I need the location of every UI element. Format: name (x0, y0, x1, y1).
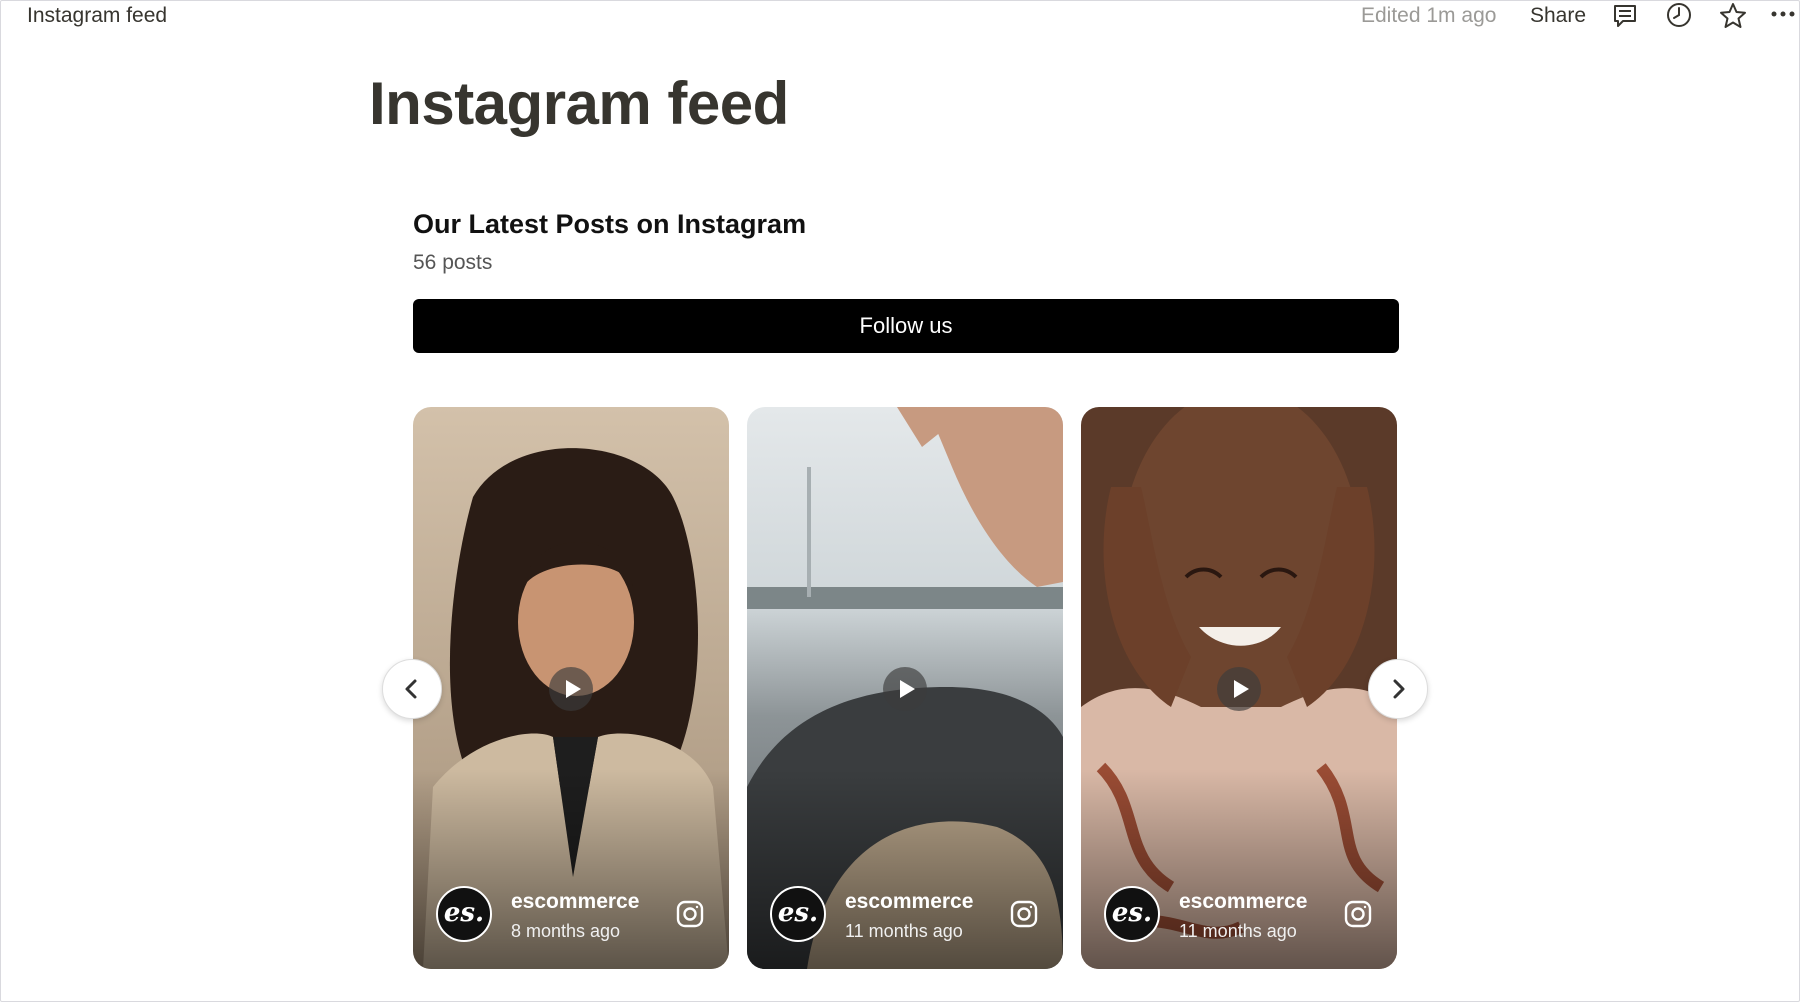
topbar: Instagram feed Edited 1m ago Share (1, 1, 1799, 31)
comment-icon[interactable] (1610, 1, 1640, 31)
avatar: es. (1104, 886, 1160, 942)
carousel-next-button[interactable] (1368, 659, 1428, 719)
follow-us-button[interactable]: Follow us (413, 299, 1399, 353)
post-count: 56 posts (413, 251, 493, 274)
post-age: 11 months ago (845, 921, 963, 941)
page-title: Instagram feed (369, 70, 789, 137)
chevron-left-icon (405, 679, 417, 699)
post-card[interactable]: es. escommerce 11 months ago (1081, 407, 1397, 969)
avatar: es. (436, 886, 492, 942)
post-username[interactable]: escommerce (511, 890, 639, 914)
instagram-icon[interactable] (675, 899, 705, 929)
carousel-prev-button[interactable] (382, 659, 442, 719)
widget-heading: Our Latest Posts on Instagram (413, 209, 807, 239)
post-card[interactable]: es. escommerce 11 months ago (747, 407, 1063, 969)
breadcrumb[interactable]: Instagram feed (27, 4, 167, 28)
play-icon[interactable] (883, 667, 927, 711)
clock-icon[interactable] (1664, 1, 1694, 31)
play-icon[interactable] (549, 667, 593, 711)
share-button[interactable]: Share (1530, 4, 1586, 28)
post-age: 11 months ago (1179, 921, 1297, 941)
edited-status: Edited 1m ago (1361, 4, 1497, 27)
play-icon[interactable] (1217, 667, 1261, 711)
app-window: Instagram feed Edited 1m ago Share Insta… (0, 0, 1800, 1002)
star-icon[interactable] (1718, 1, 1748, 31)
post-age: 8 months ago (511, 921, 621, 941)
post-username[interactable]: escommerce (1179, 890, 1307, 914)
instagram-icon[interactable] (1009, 899, 1039, 929)
avatar: es. (770, 886, 826, 942)
post-username[interactable]: escommerce (845, 890, 973, 914)
instagram-icon[interactable] (1343, 899, 1373, 929)
chevron-right-icon (1393, 679, 1405, 699)
post-card[interactable]: es. escommerce 8 months ago (413, 407, 729, 969)
more-icon[interactable] (1769, 1, 1799, 31)
